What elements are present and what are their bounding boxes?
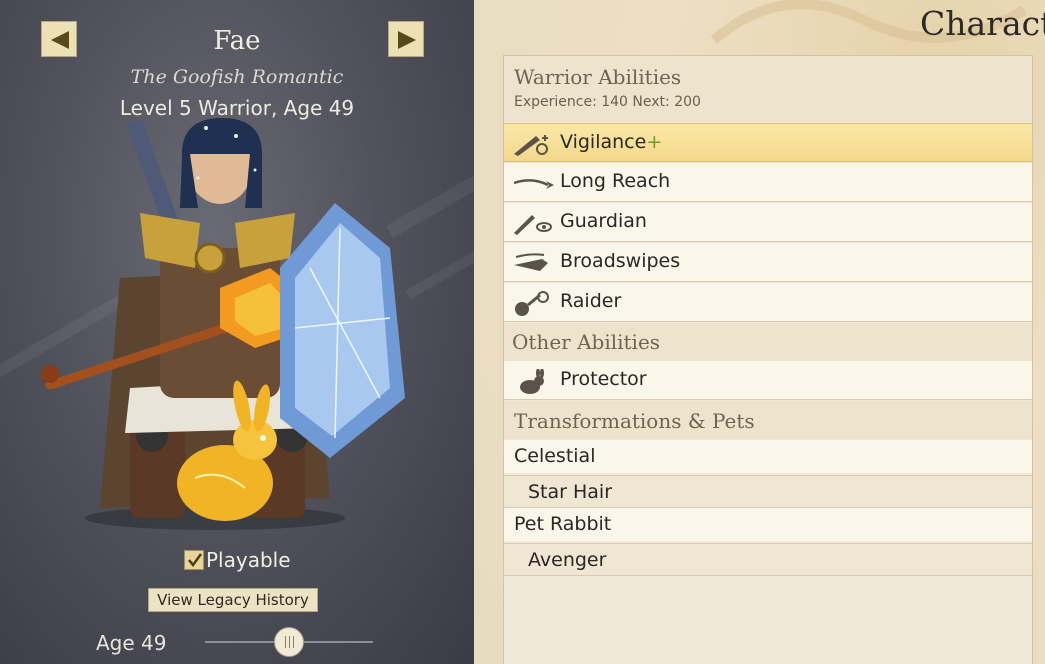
warrior-abilities-header: Warrior Abilities Experience: 140 Next: … [504, 56, 1032, 122]
pet-row-pet-rabbit[interactable]: Pet Rabbit [504, 508, 1032, 541]
pet-label: Pet Rabbit [514, 513, 612, 535]
transformations-title: Transformations & Pets [514, 409, 755, 433]
ability-row-long-reach[interactable]: Long Reach [504, 163, 1032, 202]
character-level-age: Level 5 Warrior, Age 49 [119, 96, 355, 120]
age-slider-label: Age 49 [96, 631, 167, 655]
ability-label: Protector [560, 368, 647, 390]
character-sheet-panel: Characte Warrior Abilities Experience: 1… [474, 0, 1045, 664]
ability-label: Vigilance+ [560, 131, 663, 153]
rabbit-icon [520, 369, 544, 394]
transformation-label: Celestial [514, 445, 596, 467]
swipe-blade-icon [514, 253, 548, 271]
pet-subrow-avenger[interactable]: Avenger [504, 543, 1032, 576]
ability-label: Raider [560, 290, 622, 312]
experience-info: Experience: 140 Next: 200 [514, 94, 701, 110]
ability-label: Long Reach [560, 170, 671, 192]
ability-row-protector[interactable]: Protector [504, 361, 1032, 400]
flail-icon [515, 291, 549, 316]
age-slider-thumb[interactable] [274, 627, 304, 657]
playable-toggle[interactable]: Playable [184, 548, 291, 572]
transformation-subrow-star-hair[interactable]: Star Hair [504, 475, 1032, 508]
ability-label: Broadswipes [560, 250, 681, 272]
other-abilities-header: Other Abilities [504, 323, 1032, 361]
pet-label: Avenger [528, 549, 607, 571]
playable-label: Playable [206, 548, 291, 572]
ability-row-raider[interactable]: Raider [504, 283, 1032, 322]
ability-label: Guardian [560, 210, 647, 232]
warrior-abilities-title: Warrior Abilities [514, 65, 682, 89]
ability-row-guardian[interactable]: Guardian [504, 203, 1032, 242]
character-panel: Fae The Goofish Romantic Level 5 Warrior… [0, 0, 474, 664]
playable-checkbox[interactable] [184, 550, 204, 570]
sword-eye-icon [514, 135, 548, 156]
character-portrait [41, 118, 405, 530]
transformations-header: Transformations & Pets [504, 401, 1032, 439]
character-title: The Goofish Romantic [130, 66, 344, 88]
abilities-sheet: Warrior Abilities Experience: 140 Next: … [503, 55, 1033, 664]
checkmark-icon [188, 553, 203, 568]
dagger-eye-icon [514, 215, 552, 235]
character-name: Fae [213, 26, 261, 56]
view-legacy-history-button[interactable]: View Legacy History [148, 588, 318, 612]
ability-row-vigilance[interactable]: Vigilance+ [504, 123, 1032, 162]
transformation-row-celestial[interactable]: Celestial [504, 440, 1032, 473]
other-abilities-title: Other Abilities [512, 330, 661, 354]
transformation-label: Star Hair [528, 481, 613, 503]
page-heading: Characte [920, 4, 1045, 43]
reach-streak-icon [513, 179, 554, 189]
ability-row-broadswipes[interactable]: Broadswipes [504, 243, 1032, 282]
